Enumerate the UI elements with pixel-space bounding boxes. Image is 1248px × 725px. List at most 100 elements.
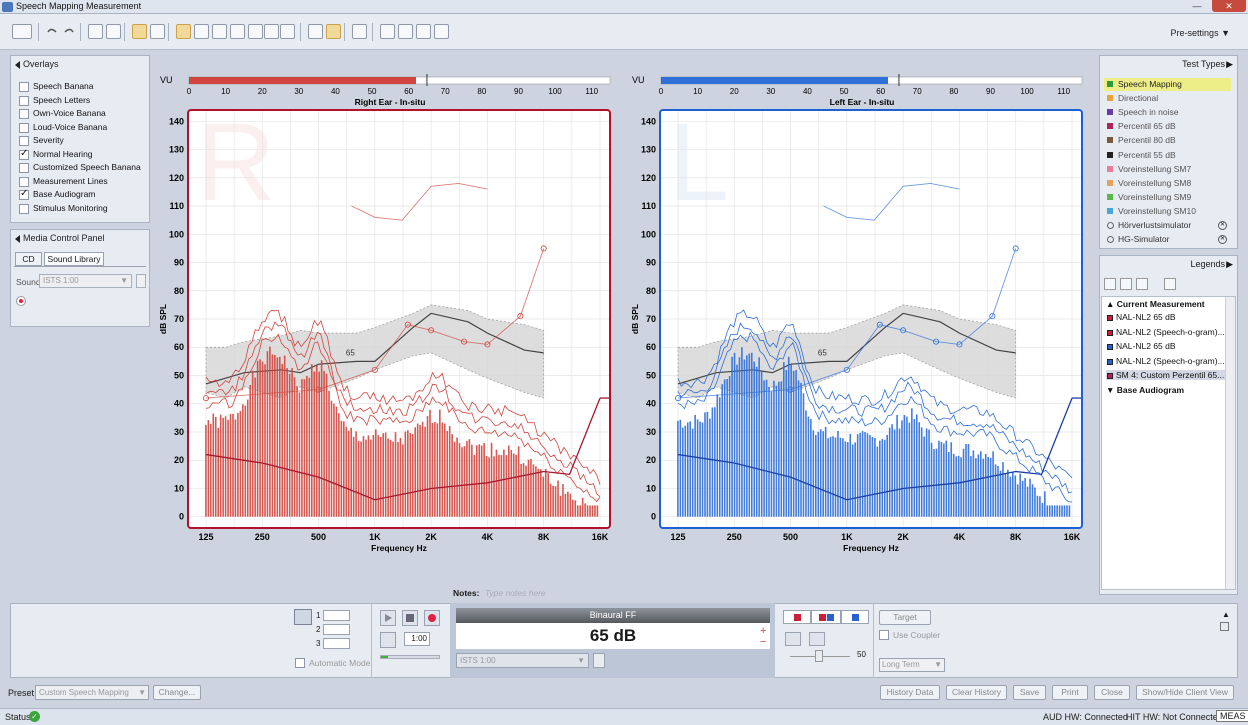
layout-1-icon[interactable] — [308, 24, 323, 39]
legend-scrollbar[interactable] — [1225, 297, 1235, 589]
legend-item[interactable]: SM 4: Custom Perzentil 65... — [1106, 370, 1228, 380]
overlay-checkbox[interactable] — [19, 95, 29, 106]
menu-button[interactable] — [12, 24, 32, 39]
legend-tool-2-icon[interactable] — [1120, 278, 1132, 290]
stimulus-browse-button[interactable] — [593, 653, 605, 668]
test-type-item[interactable]: Voreinstellung SM9 — [1104, 191, 1231, 204]
test-type-item[interactable]: Voreinstellung SM7 — [1104, 163, 1231, 176]
graph-mode-2-icon[interactable] — [194, 24, 209, 39]
graph-mode-4-icon[interactable] — [230, 24, 245, 39]
stats-2-icon[interactable] — [398, 24, 413, 39]
clear-history-button[interactable]: Clear History — [946, 685, 1007, 700]
legend-group-current[interactable]: ▲ Current Measurement — [1106, 299, 1205, 309]
test-types-header[interactable]: Test Types ▶ — [1100, 56, 1237, 73]
overlay-checkbox[interactable] — [19, 163, 29, 173]
overlay-checkbox[interactable] — [19, 176, 29, 187]
stats-4-icon[interactable] — [434, 24, 449, 39]
remove-icon[interactable]: ✕ — [1218, 235, 1227, 245]
detach-icon[interactable] — [1220, 622, 1229, 631]
ear-both-button[interactable] — [811, 610, 841, 624]
graph-mode-5-icon[interactable] — [248, 24, 263, 39]
stats-1-icon[interactable] — [380, 24, 395, 39]
legend-item[interactable]: NAL-NL2 65 dB — [1106, 312, 1176, 322]
test-type-item[interactable]: Voreinstellung SM10 — [1104, 205, 1231, 218]
play-icon[interactable] — [380, 610, 396, 626]
test-type-item[interactable]: HG-Simulator ✕ — [1104, 233, 1231, 246]
test-type-item[interactable]: Percentil 80 dB — [1104, 134, 1231, 147]
close-button[interactable]: ✕ — [1212, 0, 1246, 12]
overlay-checkbox[interactable] — [19, 148, 29, 160]
save-button[interactable]: Save — [1013, 685, 1046, 700]
legend-group-base[interactable]: ▼ Base Audiogram — [1106, 385, 1184, 395]
overlay-checkbox[interactable] — [19, 109, 29, 119]
history-data-button[interactable]: History Data — [880, 685, 940, 700]
test-type-item[interactable]: Hörverlustsimulator ✕ — [1104, 219, 1231, 232]
legends-header[interactable]: Legends ▶ — [1100, 256, 1237, 273]
headphones-icon[interactable] — [785, 632, 801, 646]
slot-field[interactable] — [323, 624, 350, 635]
test-type-item[interactable]: Percentil 65 dB — [1104, 120, 1231, 133]
remove-icon[interactable]: ✕ — [1218, 221, 1227, 230]
presettings-dropdown[interactable]: Pre-settings ▼ — [1171, 28, 1230, 38]
legend-tool-1-icon[interactable] — [1104, 278, 1116, 290]
overlay-checkbox[interactable] — [19, 82, 29, 92]
change-button[interactable]: Change... — [153, 685, 201, 700]
minimize-button[interactable]: — — [1186, 0, 1208, 12]
sound-browse-button[interactable] — [136, 274, 146, 288]
stimulus-select[interactable]: ISTS 1:00 ▼ — [456, 653, 589, 668]
collapse-icon[interactable]: ▲ — [1222, 610, 1230, 619]
legend-item[interactable]: NAL-NL2 (Speech-o-gram)... — [1106, 327, 1225, 337]
close-dialog-button[interactable]: Close — [1094, 685, 1130, 700]
legend-tool-4-icon[interactable] — [1164, 278, 1176, 290]
view-dual-icon[interactable] — [150, 24, 165, 39]
graph-mode-7-icon[interactable] — [280, 24, 295, 39]
volume-slider-handle[interactable] — [815, 650, 823, 662]
layout-2-icon[interactable] — [326, 24, 341, 39]
graph-mode-3-icon[interactable] — [212, 24, 227, 39]
overlay-checkbox[interactable] — [19, 203, 29, 214]
slot-field[interactable] — [323, 610, 350, 621]
overlay-checkbox[interactable] — [19, 122, 29, 133]
notes-area[interactable]: Notes: Type notes here — [453, 588, 546, 598]
legend-tool-3-icon[interactable] — [1136, 278, 1148, 290]
sound-select[interactable]: ISTS 1:00 ▼ — [39, 274, 132, 288]
use-coupler-checkbox[interactable] — [879, 630, 889, 640]
show-hide-client-view-button[interactable]: Show/Hide Client View — [1136, 685, 1234, 700]
camera-icon[interactable] — [294, 609, 312, 625]
speaker-icon[interactable] — [809, 632, 825, 646]
test-type-item[interactable]: Speech in noise — [1104, 106, 1231, 119]
help-icon[interactable] — [106, 24, 121, 39]
ear-left-button[interactable] — [841, 610, 869, 624]
overlay-checkbox[interactable] — [19, 136, 29, 146]
slot-field[interactable] — [323, 638, 350, 649]
legend-item[interactable]: NAL-NL2 65 dB — [1106, 341, 1176, 351]
automatic-mode-checkbox[interactable] — [295, 658, 305, 668]
ear-right-button[interactable] — [783, 610, 811, 624]
stop-icon[interactable] — [402, 610, 418, 626]
stats-3-icon[interactable] — [416, 24, 431, 39]
print-icon[interactable] — [88, 24, 103, 39]
record-button-icon[interactable] — [424, 610, 440, 626]
graph-mode-6-icon[interactable] — [264, 24, 279, 39]
redo-icon[interactable] — [62, 24, 77, 39]
test-type-item[interactable]: Directional — [1104, 92, 1231, 105]
media-header[interactable]: Media Control Panel — [11, 230, 149, 247]
view-single-icon[interactable] — [132, 24, 147, 39]
tab-cd[interactable]: CD — [15, 252, 42, 266]
tab-sound-library[interactable]: Sound Library — [44, 252, 104, 266]
legend-item[interactable]: NAL-NL2 (Speech-o-gram)... — [1106, 356, 1225, 366]
test-type-item[interactable]: Voreinstellung SM8 — [1104, 177, 1231, 190]
overlay-checkbox[interactable] — [19, 188, 29, 200]
target-button[interactable]: Target — [879, 610, 931, 625]
graph-mode-1-icon[interactable] — [176, 24, 191, 39]
loop-icon[interactable] — [380, 632, 396, 648]
level-down-icon[interactable]: − — [760, 636, 766, 648]
overlays-header[interactable]: Overlays — [11, 56, 149, 73]
time-field[interactable]: 1:00 — [404, 632, 430, 646]
link-icon[interactable] — [352, 24, 367, 39]
term-select[interactable]: Long Term ▼ — [879, 658, 945, 672]
print-button[interactable]: Print — [1052, 685, 1088, 700]
record-icon[interactable] — [16, 296, 26, 306]
test-type-item[interactable]: Speech Mapping — [1104, 78, 1231, 91]
test-type-item[interactable]: Percentil 55 dB — [1104, 149, 1231, 162]
